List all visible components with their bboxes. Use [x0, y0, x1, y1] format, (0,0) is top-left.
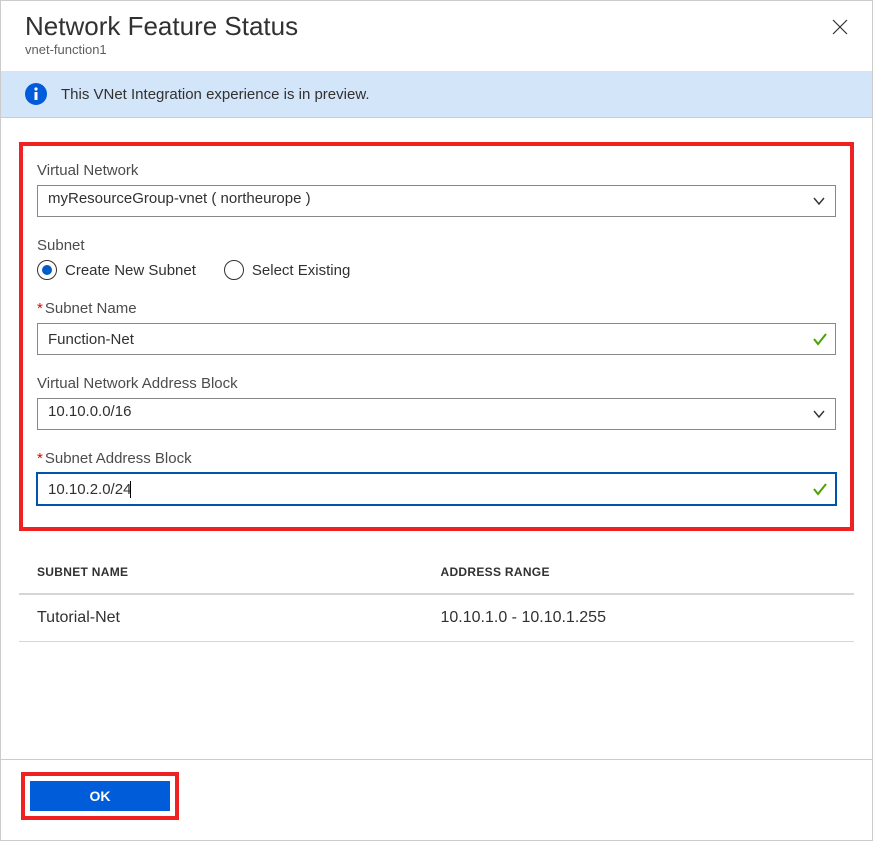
ok-button[interactable]: OK — [30, 781, 170, 811]
vnet-address-block-label: Virtual Network Address Block — [37, 375, 836, 392]
panel-header: Network Feature Status vnet-function1 — [1, 1, 872, 71]
text-caret — [130, 481, 131, 498]
checkmark-icon — [812, 331, 828, 347]
subnet-address-block-input-wrapper: 10.10.2.0/24 — [37, 473, 836, 505]
panel-title: Network Feature Status — [25, 11, 848, 42]
vnet-address-block-value: 10.10.0.0/16 — [37, 398, 836, 430]
ok-button-highlight: OK — [21, 772, 179, 820]
close-icon — [832, 19, 848, 35]
subnet-name-label: *Subnet Name — [37, 300, 836, 317]
virtual-network-label: Virtual Network — [37, 162, 836, 179]
checkmark-icon — [812, 481, 828, 497]
close-button[interactable] — [828, 15, 852, 39]
subnet-mode-field: Subnet Create New Subnet Select Existing — [37, 237, 836, 280]
vnet-address-block-field: Virtual Network Address Block 10.10.0.0/… — [37, 375, 836, 430]
radio-select-existing-label: Select Existing — [252, 262, 350, 279]
subnet-name-field: *Subnet Name — [37, 300, 836, 355]
subnet-address-block-field: *Subnet Address Block 10.10.2.0/24 — [37, 450, 836, 505]
virtual-network-field: Virtual Network myResourceGroup-vnet ( n… — [37, 162, 836, 217]
subnet-mode-label: Subnet — [37, 237, 836, 254]
highlighted-form-section: Virtual Network myResourceGroup-vnet ( n… — [19, 142, 854, 531]
radio-create-new-label: Create New Subnet — [65, 262, 196, 279]
cell-address-range: 10.10.1.0 - 10.10.1.255 — [441, 609, 845, 627]
radio-icon — [37, 260, 57, 280]
cell-subnet-name: Tutorial-Net — [37, 609, 441, 627]
virtual-network-select[interactable]: myResourceGroup-vnet ( northeurope ) — [37, 185, 836, 217]
col-subnet-name: SUBNET NAME — [37, 565, 441, 579]
table-header: SUBNET NAME ADDRESS RANGE — [19, 551, 854, 595]
radio-icon — [224, 260, 244, 280]
subnet-name-input[interactable] — [37, 323, 836, 355]
info-banner-text: This VNet Integration experience is in p… — [61, 86, 370, 103]
radio-create-new-subnet[interactable]: Create New Subnet — [37, 260, 196, 280]
form-area: Virtual Network myResourceGroup-vnet ( n… — [1, 118, 872, 652]
required-marker: * — [37, 450, 43, 467]
existing-subnets-table: SUBNET NAME ADDRESS RANGE Tutorial-Net 1… — [19, 551, 854, 642]
table-row: Tutorial-Net 10.10.1.0 - 10.10.1.255 — [19, 595, 854, 642]
info-icon — [25, 83, 47, 105]
info-banner: This VNet Integration experience is in p… — [1, 71, 872, 118]
vnet-address-block-select[interactable]: 10.10.0.0/16 — [37, 398, 836, 430]
virtual-network-value: myResourceGroup-vnet ( northeurope ) — [37, 185, 836, 217]
subnet-address-block-label: *Subnet Address Block — [37, 450, 836, 467]
panel-subtitle: vnet-function1 — [25, 42, 848, 57]
panel-footer: OK — [1, 759, 872, 840]
subnet-name-input-wrapper — [37, 323, 836, 355]
required-marker: * — [37, 300, 43, 317]
col-address-range: ADDRESS RANGE — [441, 565, 845, 579]
radio-select-existing[interactable]: Select Existing — [224, 260, 350, 280]
subnet-address-block-input[interactable]: 10.10.2.0/24 — [37, 473, 836, 505]
